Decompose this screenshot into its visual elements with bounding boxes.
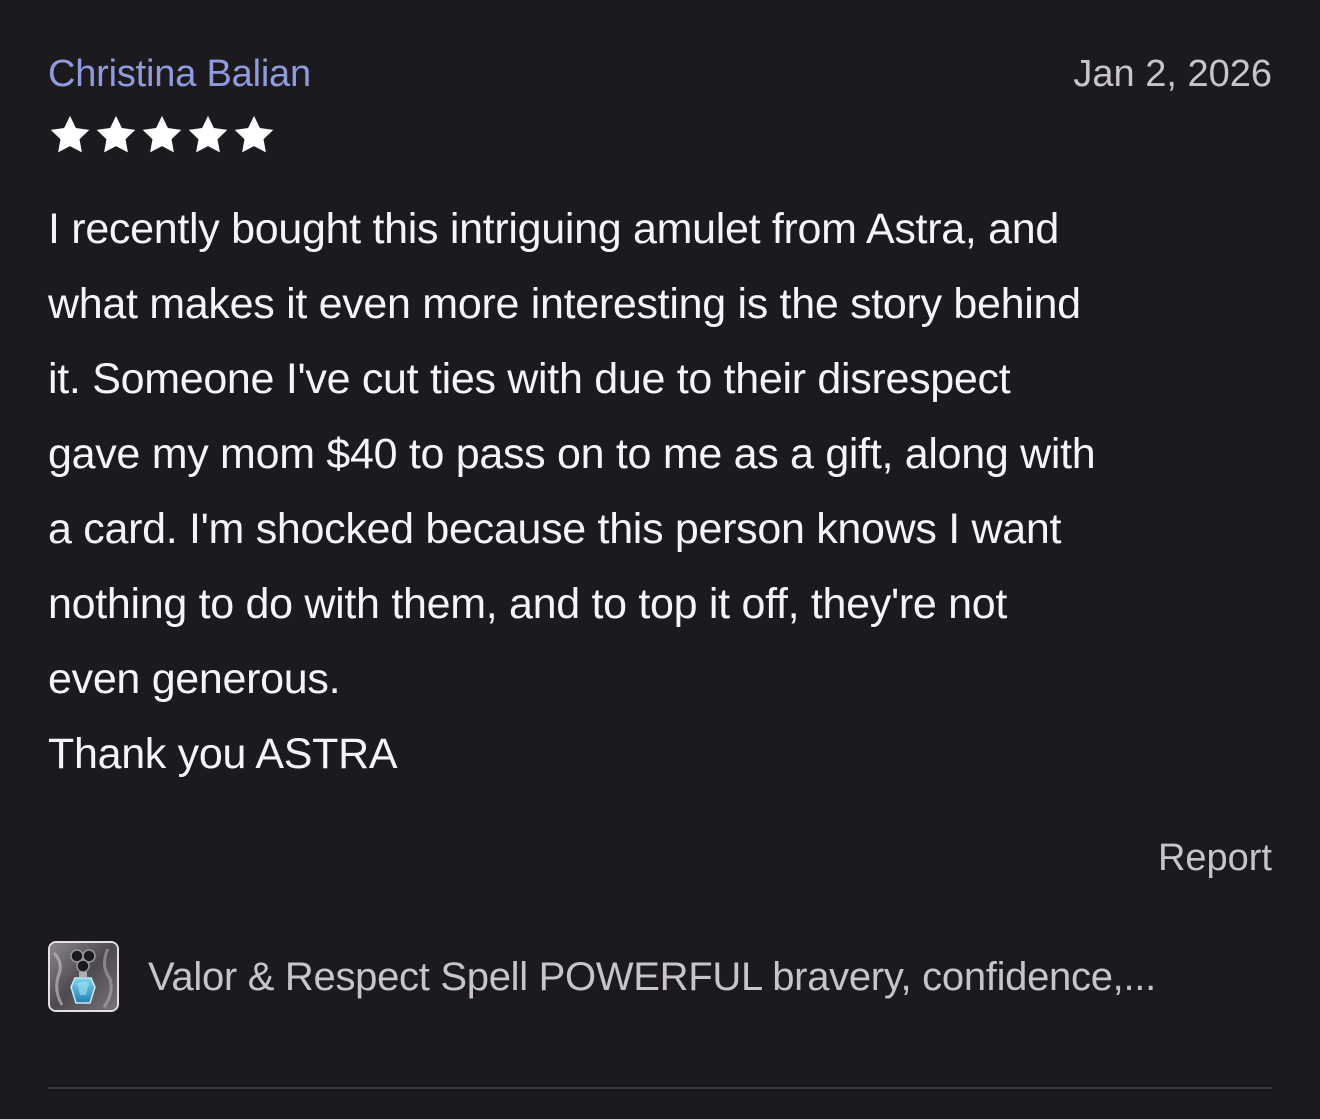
review-card: Christina Balian Jan 2, 2026 I recently … — [48, 0, 1272, 1119]
star-rating — [48, 113, 276, 157]
divider — [48, 1087, 1272, 1089]
amulet-image-icon — [50, 943, 117, 1010]
star-icon — [234, 115, 274, 153]
purchased-product-link[interactable]: Valor & Respect Spell POWERFUL bravery, … — [48, 941, 1272, 1017]
star-icon — [50, 115, 90, 153]
star-icon — [188, 115, 228, 153]
reviewer-name-link[interactable]: Christina Balian — [48, 50, 311, 98]
amulet-thumbnail-icon[interactable] — [48, 941, 119, 1012]
star-icon — [142, 115, 182, 153]
review-header: Christina Balian Jan 2, 2026 — [48, 50, 1272, 98]
star-icon — [96, 115, 136, 153]
product-title[interactable]: Valor & Respect Spell POWERFUL bravery, … — [148, 953, 1156, 1001]
review-text: I recently bought this intriguing amulet… — [48, 205, 1096, 778]
report-link[interactable]: Report — [1158, 834, 1272, 882]
review-date: Jan 2, 2026 — [1073, 53, 1272, 95]
